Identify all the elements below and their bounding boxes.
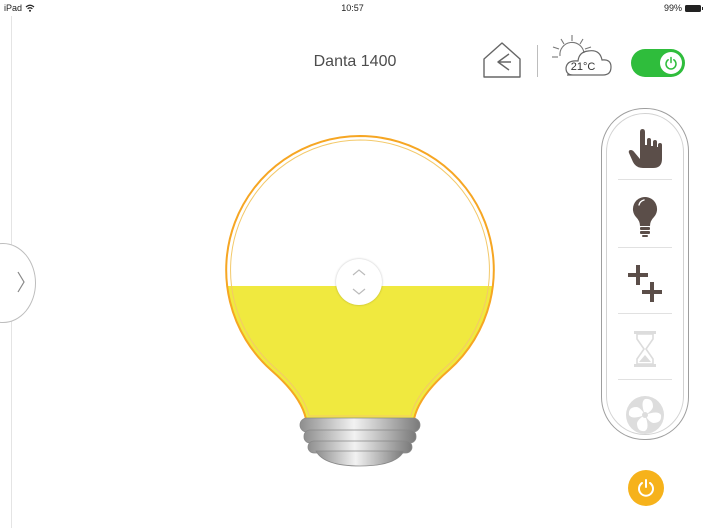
- status-time: 10:57: [341, 3, 364, 13]
- mode-manual-button[interactable]: [613, 117, 677, 181]
- chevron-up-down-icon: [352, 269, 366, 295]
- power-toggle[interactable]: [631, 49, 685, 77]
- status-battery: 99%: [663, 3, 703, 13]
- mode-timer-button[interactable]: [613, 317, 677, 381]
- battery-icon: [685, 4, 703, 12]
- mode-light-button[interactable]: [613, 185, 677, 249]
- plus-plus-icon: [628, 265, 662, 302]
- home-return-icon[interactable]: [480, 40, 524, 80]
- mode-fan-button[interactable]: [613, 383, 677, 447]
- temperature-readout: 21°C: [570, 61, 596, 73]
- status-bar: iPad 10:57 99%: [0, 0, 705, 16]
- bulb-base: [299, 417, 421, 467]
- main-power-button[interactable]: [628, 470, 664, 506]
- hand-pointer-icon: [628, 129, 662, 168]
- fan-icon: [626, 396, 664, 434]
- light-bulb-icon: [632, 196, 658, 237]
- header-divider: [537, 45, 538, 77]
- mode-boost-button[interactable]: [613, 251, 677, 315]
- power-icon: [638, 479, 654, 497]
- toggle-knob: [660, 52, 682, 74]
- battery-percent: 99%: [663, 3, 682, 13]
- chevron-right-icon: [17, 271, 25, 293]
- mode-selector-panel: [601, 108, 689, 440]
- level-drag-handle[interactable]: [336, 259, 382, 305]
- power-icon: [665, 56, 677, 70]
- page-title: Danta 1400: [313, 53, 397, 70]
- hourglass-icon: [634, 331, 656, 367]
